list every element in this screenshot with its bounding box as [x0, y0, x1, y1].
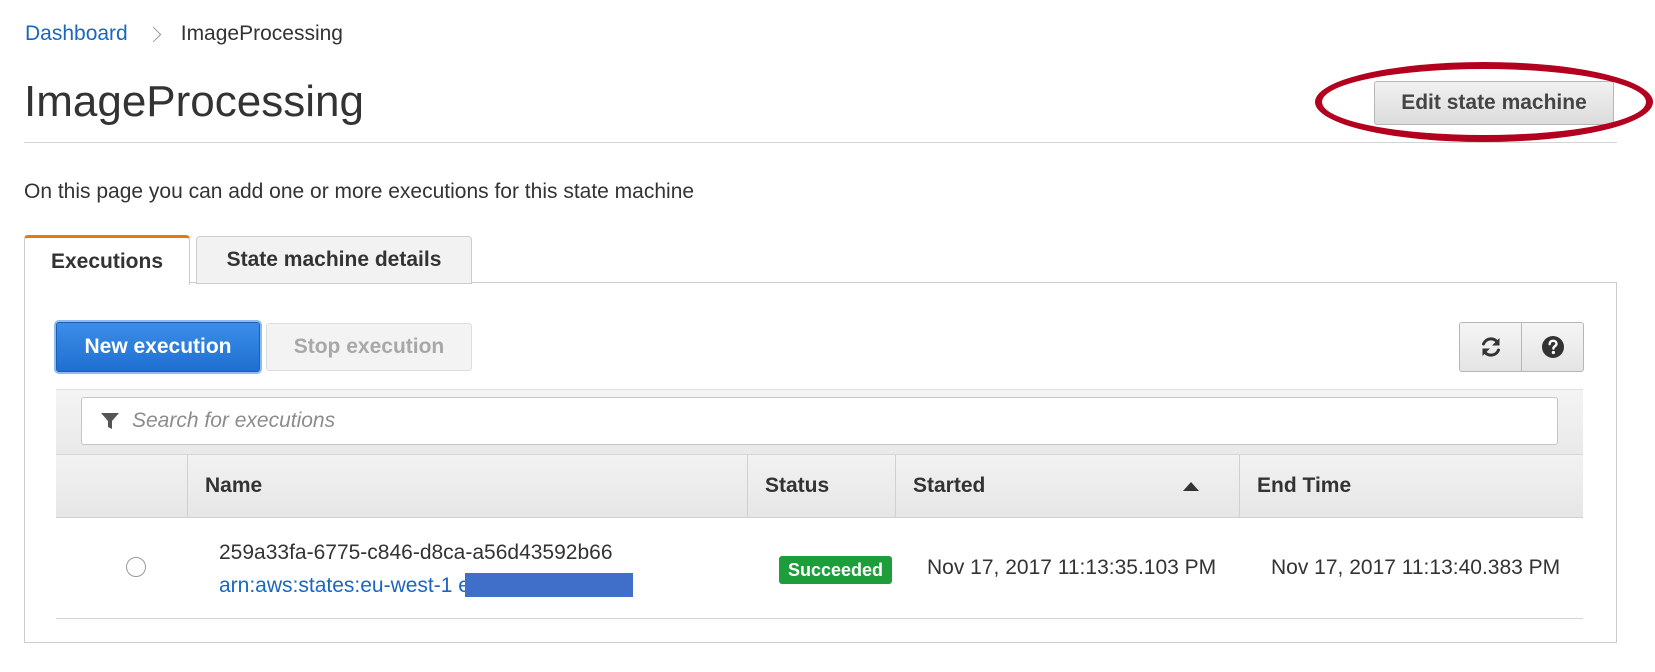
- column-header-end-time[interactable]: End Time: [1240, 455, 1583, 517]
- row-select-radio[interactable]: [126, 557, 146, 577]
- column-header-name[interactable]: Name: [188, 455, 748, 517]
- column-header-started[interactable]: Started: [896, 455, 1240, 517]
- table-actions: [1459, 322, 1584, 372]
- column-header-select: [56, 455, 188, 517]
- tab-executions[interactable]: Executions: [24, 235, 190, 285]
- tab-state-machine-details[interactable]: State machine details: [196, 236, 472, 284]
- breadcrumb-dashboard-link[interactable]: Dashboard: [25, 22, 128, 46]
- table-row: 259a33fa-6775-c846-d8ca-a56d43592b66 arn…: [56, 518, 1583, 619]
- sort-ascending-icon[interactable]: [1183, 482, 1199, 491]
- refresh-icon: [1481, 337, 1500, 357]
- breadcrumb: Dashboard ImageProcessing: [25, 22, 343, 46]
- new-execution-button[interactable]: New execution: [56, 322, 260, 372]
- redaction-block: [465, 573, 633, 597]
- edit-state-machine-button[interactable]: Edit state machine: [1374, 81, 1614, 125]
- execution-name: 259a33fa-6775-c846-d8ca-a56d43592b66: [219, 541, 613, 564]
- search-field: [81, 397, 1558, 445]
- help-button[interactable]: [1521, 323, 1583, 371]
- status-badge: Succeeded: [779, 556, 892, 584]
- stop-execution-button: Stop execution: [266, 323, 472, 371]
- help-icon: [1541, 336, 1564, 358]
- execution-end-time: Nov 17, 2017 11:13:40.383 PM: [1271, 556, 1561, 579]
- breadcrumb-current: ImageProcessing: [180, 22, 343, 45]
- title-divider: [24, 142, 1617, 143]
- execution-started: Nov 17, 2017 11:13:35.103 PM: [927, 556, 1217, 579]
- search-input[interactable]: [130, 408, 1434, 434]
- column-header-status[interactable]: Status: [748, 455, 896, 517]
- filter-icon: [100, 411, 120, 431]
- chevron-right-icon: [145, 26, 162, 42]
- column-header-started-label: Started: [913, 474, 986, 497]
- refresh-button[interactable]: [1460, 323, 1521, 371]
- page-description: On this page you can add one or more exe…: [24, 180, 695, 203]
- page-title: ImageProcessing: [24, 77, 364, 126]
- table-header: Name Status Started End Time: [56, 454, 1583, 518]
